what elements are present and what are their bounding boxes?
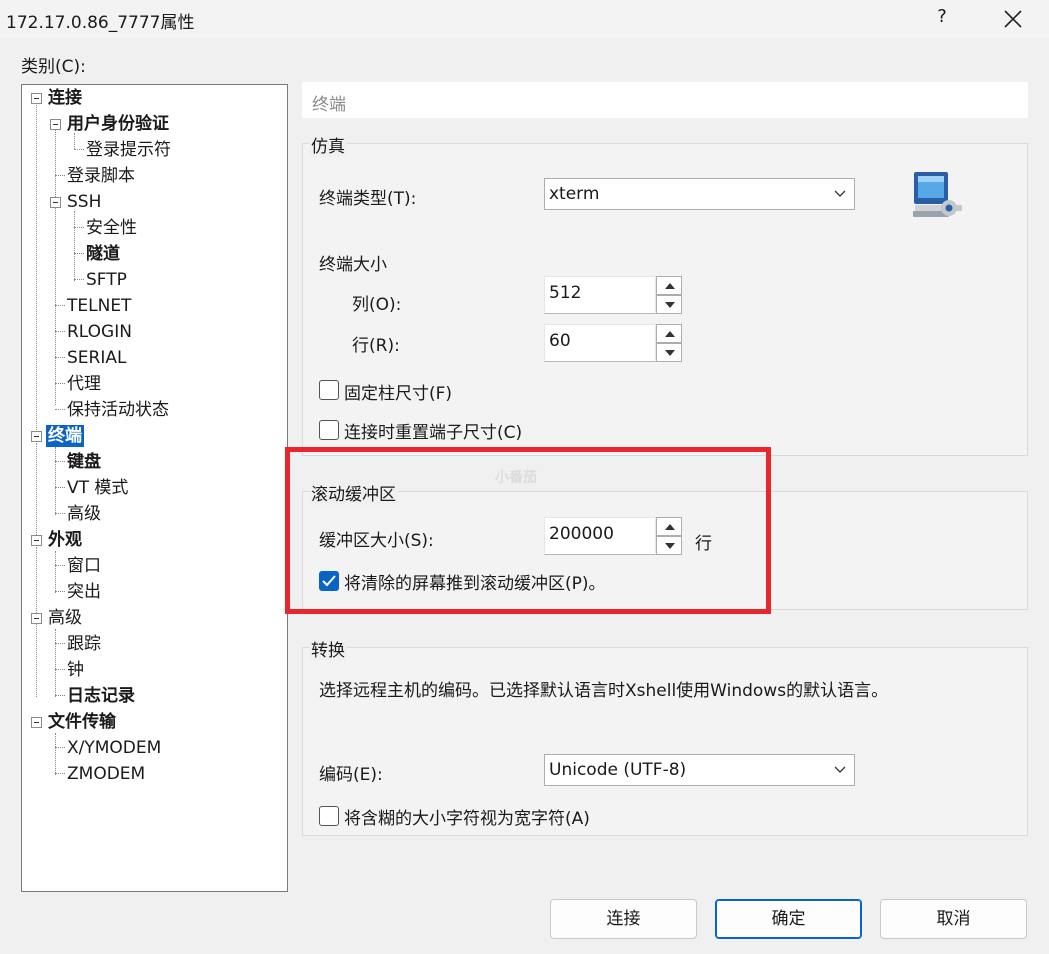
triangle-down-icon — [665, 302, 675, 308]
tree-item-window[interactable]: 窗口 — [67, 555, 101, 577]
tree-item-terminal-advanced[interactable]: 高级 — [67, 503, 101, 525]
scroll-buffer-group-title: 滚动缓冲区 — [309, 480, 398, 505]
expander-terminal[interactable] — [31, 431, 42, 442]
push-cleared-checkbox[interactable] — [319, 571, 339, 591]
encoding-value: Unicode (UTF-8) — [549, 760, 687, 780]
tree-item-rlogin[interactable]: RLOGIN — [67, 321, 132, 343]
emulation-group-title: 仿真 — [309, 132, 347, 157]
tree-item-ssh[interactable]: SSH — [67, 191, 101, 213]
fixed-size-label: 固定柱尺寸(F) — [344, 384, 453, 404]
terminal-size-label: 终端大小 — [319, 255, 387, 275]
connect-button[interactable]: 连接 — [550, 899, 697, 939]
close-button[interactable] — [996, 2, 1030, 34]
tree-item-logging[interactable]: 日志记录 — [67, 685, 135, 707]
chevron-down-icon — [834, 766, 846, 773]
reset-on-connect-checkbox[interactable] — [319, 420, 339, 440]
ok-button[interactable]: 确定 — [715, 899, 862, 939]
rows-increment[interactable] — [656, 324, 682, 343]
columns-increment[interactable] — [656, 276, 682, 295]
terminal-type-label: 终端类型(T): — [319, 189, 417, 209]
category-tree[interactable]: 连接 用户身份验证 登录提示符 登录脚本 SSH 安全性 隧道 SFTP TEL… — [21, 84, 288, 892]
columns-stepper[interactable]: 512 — [544, 276, 682, 314]
columns-label: 列(O): — [352, 295, 402, 315]
expander-ssh[interactable] — [50, 197, 61, 208]
encoding-label: 编码(E): — [319, 765, 383, 785]
buffer-size-value[interactable]: 200000 — [549, 524, 614, 544]
tree-item-xymodem[interactable]: X/YMODEM — [67, 737, 161, 759]
checkmark-icon — [322, 575, 336, 587]
page-header: 终端 — [302, 82, 1028, 118]
triangle-down-icon — [665, 350, 675, 356]
tree-item-trace[interactable]: 跟踪 — [67, 633, 101, 655]
triangle-down-icon — [665, 543, 675, 549]
help-button[interactable]: ? — [930, 6, 954, 32]
rows-value[interactable]: 60 — [549, 331, 571, 351]
page-title: 终端 — [312, 95, 346, 115]
tree-item-telnet[interactable]: TELNET — [67, 295, 131, 317]
rows-stepper[interactable]: 60 — [544, 324, 682, 362]
reset-on-connect-label: 连接时重置端子尺寸(C) — [344, 423, 523, 443]
tree-item-keepalive[interactable]: 保持活动状态 — [67, 399, 169, 421]
expander-advanced[interactable] — [31, 613, 42, 624]
triangle-up-icon — [665, 331, 675, 337]
tree-item-vt-mode[interactable]: VT 模式 — [67, 477, 128, 499]
buffer-size-increment[interactable] — [656, 517, 682, 536]
buffer-size-unit: 行 — [695, 534, 712, 554]
expander-appearance[interactable] — [31, 535, 42, 546]
tree-item-sftp[interactable]: SFTP — [86, 269, 127, 291]
window-title: 172.17.0.86_7777属性 — [6, 13, 195, 33]
tree-item-file-transfer[interactable]: 文件传输 — [48, 711, 116, 733]
category-label: 类别(C): — [21, 57, 86, 77]
tree-item-connection[interactable]: 连接 — [48, 87, 82, 109]
encoding-select[interactable]: Unicode (UTF-8) — [544, 754, 855, 786]
triangle-up-icon — [665, 524, 675, 530]
push-cleared-label: 将清除的屏幕推到滚动缓冲区(P)。 — [344, 574, 606, 594]
terminal-monitor-icon — [913, 172, 962, 217]
tree-item-login-script[interactable]: 登录脚本 — [67, 165, 135, 187]
expander-file-transfer[interactable] — [31, 717, 42, 728]
buffer-size-label: 缓冲区大小(S): — [319, 531, 434, 551]
buffer-size-decrement[interactable] — [656, 536, 682, 555]
tree-item-bell[interactable]: 钟 — [67, 659, 84, 681]
buffer-size-stepper[interactable]: 200000 — [544, 517, 682, 555]
triangle-up-icon — [665, 283, 675, 289]
terminal-type-select[interactable]: xterm — [544, 178, 855, 210]
translation-description: 选择远程主机的编码。已选择默认语言时Xshell使用Windows的默认语言。 — [319, 681, 889, 701]
columns-decrement[interactable] — [656, 295, 682, 314]
title-bar: 172.17.0.86_7777属性 ? — [0, 0, 1049, 38]
chevron-down-icon — [834, 190, 846, 197]
tree-item-highlight[interactable]: 突出 — [67, 581, 101, 603]
tree-item-serial[interactable]: SERIAL — [67, 347, 126, 369]
tree-item-tunnel[interactable]: 隧道 — [86, 243, 120, 265]
tree-item-keyboard[interactable]: 键盘 — [67, 451, 101, 473]
expander-connection[interactable] — [31, 93, 42, 104]
watermark: 小番茄 — [495, 470, 537, 486]
tree-item-appearance[interactable]: 外观 — [48, 529, 82, 551]
rows-label: 行(R): — [352, 336, 400, 356]
terminal-type-value: xterm — [549, 184, 600, 204]
fixed-size-checkbox[interactable] — [319, 380, 339, 400]
rows-decrement[interactable] — [656, 343, 682, 362]
tree-item-zmodem[interactable]: ZMODEM — [67, 763, 145, 785]
tree-item-proxy[interactable]: 代理 — [67, 373, 101, 395]
cancel-button[interactable]: 取消 — [880, 899, 1027, 939]
tree-item-advanced[interactable]: 高级 — [48, 607, 82, 629]
tree-item-auth[interactable]: 用户身份验证 — [67, 113, 169, 135]
columns-value[interactable]: 512 — [549, 283, 581, 303]
tree-item-security[interactable]: 安全性 — [86, 217, 137, 239]
ambiguous-width-checkbox[interactable] — [319, 806, 339, 826]
translation-group-title: 转换 — [309, 636, 347, 661]
tree-item-login-prompt[interactable]: 登录提示符 — [86, 139, 171, 161]
expander-auth[interactable] — [50, 119, 61, 130]
tree-item-terminal[interactable]: 终端 — [46, 425, 84, 447]
ambiguous-width-label: 将含糊的大小字符视为宽字符(A) — [344, 809, 590, 829]
close-icon — [1004, 10, 1022, 28]
